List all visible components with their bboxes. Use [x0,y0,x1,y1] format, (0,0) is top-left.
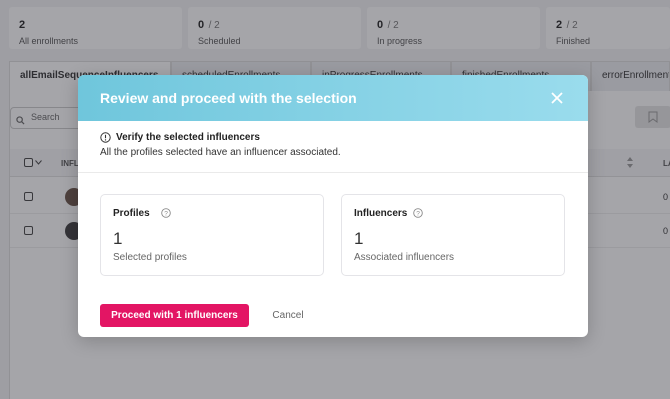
card-subtitle: Selected profiles [113,252,187,263]
card-subtitle: Associated influencers [354,252,455,263]
notice-title: Verify the selected influencers [116,132,260,143]
help-icon[interactable]: ? [161,208,171,218]
divider [78,172,588,173]
info-icon [100,132,111,143]
svg-text:?: ? [164,210,168,217]
close-icon[interactable] [549,90,565,106]
svg-text:?: ? [416,210,420,217]
review-selection-modal: Review and proceed with the selection Ve… [78,75,588,337]
card-value: 1 [113,229,123,248]
card-value: 1 [354,229,364,248]
cancel-button[interactable]: Cancel [264,304,312,327]
card-title: Influencers [354,208,408,219]
profiles-card: Profiles ? 1 Selected profiles [100,194,324,276]
modal-header: Review and proceed with the selection [78,75,588,121]
proceed-button[interactable]: Proceed with 1 influencers [100,304,249,327]
card-title: Profiles [113,208,150,219]
help-icon[interactable]: ? [413,208,423,218]
influencers-card: Influencers ? 1 Associated influencers [341,194,565,276]
modal-title: Review and proceed with the selection [100,90,357,106]
notice-body: All the profiles selected have an influe… [100,147,341,158]
